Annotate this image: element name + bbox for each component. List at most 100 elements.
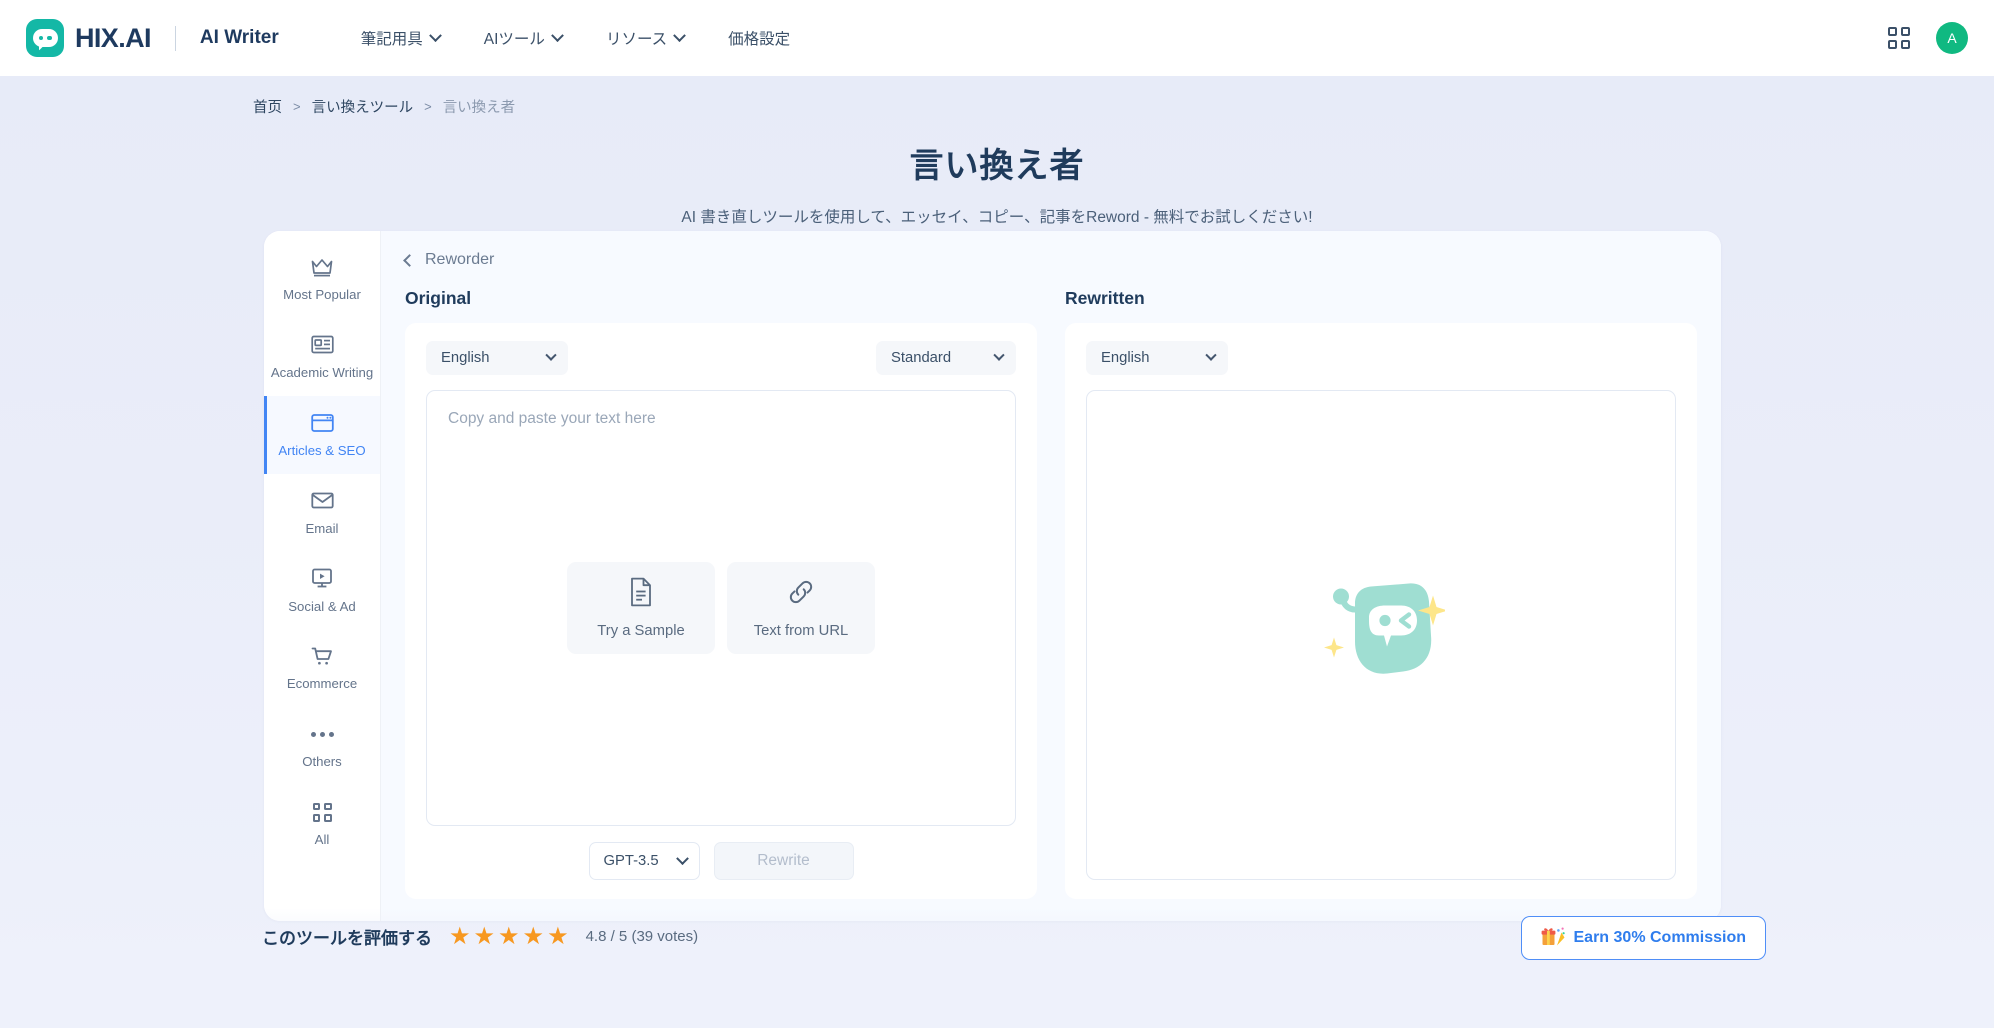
sidebar-item-social-ad[interactable]: Social & Ad <box>264 552 380 630</box>
link-icon <box>786 577 816 612</box>
rate-label: このツールを評価する <box>262 929 432 948</box>
nav-right-actions: A <box>1888 22 1968 54</box>
page-title: 言い換え者 <box>909 147 1085 185</box>
star-icon[interactable]: ★ <box>474 924 496 949</box>
sidebar-item-label: Email <box>305 520 339 536</box>
chevron-left-icon <box>403 253 416 267</box>
article-card-icon <box>270 333 374 357</box>
rewritten-panel-box: English <box>1065 323 1697 899</box>
chevron-down-icon <box>1205 349 1217 361</box>
chevron-down-icon <box>428 28 442 42</box>
envelope-icon <box>270 489 374 513</box>
breadcrumb-separator: > <box>424 99 432 114</box>
commission-label: Earn 30% Commission <box>1573 929 1747 946</box>
sidebar-item-label: Academic Writing <box>270 364 374 380</box>
earn-commission-button[interactable]: Earn 30% Commission <box>1520 916 1766 960</box>
select-value: GPT-3.5 <box>603 853 659 869</box>
chevron-down-icon <box>993 349 1005 361</box>
grid-icon <box>270 800 374 824</box>
editor-panels: Original English Standard Copy and paste… <box>405 288 1697 899</box>
chevron-down-icon <box>551 28 564 42</box>
gift-party-icon <box>1541 925 1565 952</box>
rewritten-panel: Rewritten English <box>1065 288 1697 899</box>
shopping-cart-icon <box>270 644 374 668</box>
sidebar-item-label: Ecommerce <box>286 676 358 692</box>
tool-card: Most Popular Academic Writing Articles &… <box>264 231 1721 921</box>
star-icon[interactable]: ★ <box>498 924 520 949</box>
document-icon <box>628 577 654 612</box>
brand-name: HIX.AI <box>75 22 152 53</box>
back-label: Reworder <box>425 251 495 268</box>
original-heading: Original <box>405 288 472 308</box>
original-placeholder: Copy and paste your text here <box>448 410 656 427</box>
sidebar-item-all[interactable]: All <box>264 785 380 863</box>
nav-item-writing-tools[interactable]: 筆記用具 <box>339 17 462 59</box>
hix-logo-icon <box>26 19 64 57</box>
quick-action-buttons: Try a Sample Text from URL <box>567 562 875 654</box>
sidebar-item-label: Most Popular <box>283 287 361 302</box>
original-footer-controls: GPT-3.5 Rewrite <box>426 842 1016 880</box>
original-text-editor[interactable]: Copy and paste your text here Try a Samp… <box>426 390 1016 826</box>
sidebar-item-others[interactable]: Others <box>264 707 380 785</box>
chevron-down-icon <box>673 28 687 42</box>
hix-chat-mascot-icon <box>1317 580 1448 691</box>
page-body: 首页 > 言い換えツール > 言い換え者 言い換え者 AI 書き直しツールを使用… <box>0 76 1994 1028</box>
rating-score-text: 4.8 / 5 (39 votes) <box>585 928 699 945</box>
breadcrumb-current: 言い換え者 <box>442 100 516 116</box>
original-tone-select[interactable]: Standard <box>876 341 1016 375</box>
original-panel-box: English Standard Copy and paste your tex… <box>405 323 1037 899</box>
sidebar-item-label: Others <box>302 754 342 770</box>
breadcrumb: 首页 > 言い換えツール > 言い換え者 <box>0 76 1994 117</box>
select-value: English <box>441 350 490 366</box>
monitor-play-icon <box>270 567 374 591</box>
apps-grid-icon[interactable] <box>1888 27 1910 49</box>
rewritten-language-select[interactable]: English <box>1086 341 1228 375</box>
rewritten-controls: English <box>1086 341 1676 375</box>
sidebar-item-email[interactable]: Email <box>264 474 380 552</box>
sidebar-item-label: Articles & SEO <box>278 442 366 458</box>
star-icon[interactable]: ★ <box>449 924 471 949</box>
breadcrumb-separator: > <box>293 99 301 114</box>
star-icon[interactable]: ★ <box>523 924 545 949</box>
sidebar-item-label: Social & Ad <box>288 598 356 614</box>
rewrite-button[interactable]: Rewrite <box>713 842 854 880</box>
nav-item-resources[interactable]: リソース <box>584 17 706 59</box>
brand-logo[interactable]: HIX.AI AI Writer <box>26 19 279 57</box>
sidebar-item-articles-seo[interactable]: Articles & SEO <box>264 395 380 474</box>
rewritten-heading: Rewritten <box>1065 288 1145 308</box>
nav-label: AIツール <box>483 31 545 48</box>
chevron-down-icon <box>545 349 557 361</box>
brand-subtitle: AI Writer <box>199 27 279 48</box>
star-rating[interactable]: ★ ★ ★ ★ ★ <box>449 924 569 949</box>
user-avatar[interactable]: A <box>1936 22 1968 54</box>
top-navigation-bar: HIX.AI AI Writer 筆記用具 AIツール リソース 価格設定 A <box>0 0 1994 76</box>
star-icon[interactable]: ★ <box>547 924 569 949</box>
model-select[interactable]: GPT-3.5 <box>588 842 700 880</box>
brand-divider <box>174 25 176 51</box>
original-panel: Original English Standard Copy and paste… <box>405 288 1037 899</box>
sidebar-item-ecommerce[interactable]: Ecommerce <box>264 629 380 707</box>
sidebar-item-academic-writing[interactable]: Academic Writing <box>264 318 380 396</box>
category-sidebar: Most Popular Academic Writing Articles &… <box>264 231 381 921</box>
crown-icon <box>270 255 374 279</box>
nav-label: 価格設定 <box>728 31 791 48</box>
quick-action-label: Try a Sample <box>597 623 685 639</box>
select-value: English <box>1101 350 1150 366</box>
rewritten-output-area <box>1086 390 1676 880</box>
nav-item-ai-tools[interactable]: AIツール <box>462 17 584 59</box>
nav-item-pricing[interactable]: 価格設定 <box>706 17 812 59</box>
back-to-reworder-link[interactable]: Reworder <box>403 251 1697 269</box>
nav-label: 筆記用具 <box>360 31 423 48</box>
original-language-select[interactable]: English <box>426 341 568 375</box>
browser-window-icon <box>270 411 374 435</box>
breadcrumb-home[interactable]: 首页 <box>253 96 282 117</box>
chevron-down-icon <box>675 851 689 865</box>
select-value: Standard <box>891 350 952 366</box>
primary-nav: 筆記用具 AIツール リソース 価格設定 <box>339 17 812 59</box>
ellipsis-icon <box>270 722 374 746</box>
text-from-url-button[interactable]: Text from URL <box>727 562 875 654</box>
page-footer: このツールを評価する ★ ★ ★ ★ ★ 4.8 / 5 (39 votes) <box>0 908 1994 1028</box>
breadcrumb-parent[interactable]: 言い換えツール <box>312 96 414 117</box>
sidebar-item-most-popular[interactable]: Most Popular <box>264 240 380 318</box>
try-a-sample-button[interactable]: Try a Sample <box>567 562 715 654</box>
